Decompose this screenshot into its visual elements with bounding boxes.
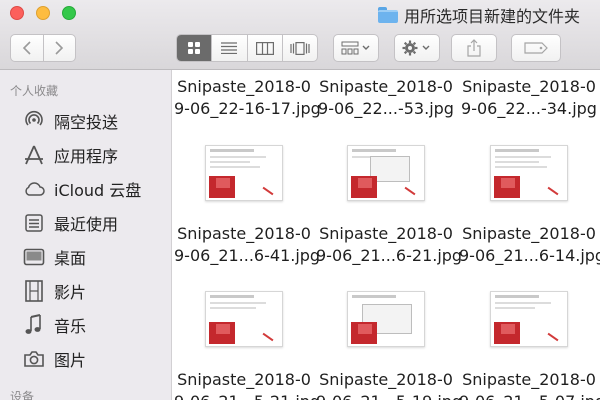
cover-flow-icon	[290, 41, 310, 55]
cloud-icon	[22, 177, 46, 201]
file-item[interactable]: Snipaste_2018-0 9-06_22...-53.jpg	[316, 70, 456, 130]
recents-icon	[22, 211, 46, 235]
file-thumbnail	[490, 291, 568, 347]
columns-icon	[255, 41, 274, 55]
airdrop-icon	[22, 109, 46, 133]
file-thumbnail	[490, 145, 568, 201]
file-item[interactable]: Snipaste_2018-0 9-06_21...5-21.jpg	[174, 288, 320, 400]
file-name-line1: Snipaste_2018-0	[462, 370, 596, 389]
file-name-line1: Snipaste_2018-0	[177, 224, 311, 243]
sidebar-item-label: 桌面	[54, 249, 87, 268]
forward-button[interactable]	[42, 35, 75, 61]
sidebar-item-icloud[interactable]: iCloud 云盘	[0, 173, 172, 205]
file-name-line1: Snipaste_2018-0	[319, 370, 453, 389]
sidebar: 个人收藏 隔空投送 应用程序 iCloud 云盘 最近使用 桌面 影片 音乐 图…	[0, 70, 172, 400]
title-toolbar: 用所选项目新建的文件夹	[0, 0, 600, 70]
zoom-button[interactable]	[62, 6, 76, 20]
back-button[interactable]	[11, 35, 43, 61]
file-thumbnail	[205, 291, 283, 347]
file-name-line2: 9-06_22-16-17.jpg	[174, 99, 321, 118]
file-thumbnail	[205, 145, 283, 201]
sidebar-item-airdrop[interactable]: 隔空投送	[0, 105, 172, 137]
film-icon	[22, 279, 46, 303]
file-name-line2: 9-06_21...5-19.jpg	[316, 391, 462, 400]
file-item[interactable]: Snipaste_2018-0 9-06_21...5-19.jpg	[316, 288, 462, 400]
file-grid: Snipaste_2018-0 9-06_22-16-17.jpg Snipas…	[173, 70, 600, 400]
grid-icon	[188, 42, 201, 54]
list-icon	[221, 42, 238, 54]
minimize-button[interactable]	[36, 6, 50, 20]
file-name-line1: Snipaste_2018-0	[177, 77, 311, 96]
file-name-line1: Snipaste_2018-0	[177, 370, 311, 389]
nav-button-group	[10, 34, 76, 62]
file-item[interactable]: Snipaste_2018-0 9-06_21...5-07.jpg	[459, 288, 600, 400]
sidebar-item-applications[interactable]: 应用程序	[0, 139, 172, 171]
tags-button[interactable]	[511, 34, 561, 62]
icon-view-button[interactable]	[177, 35, 212, 61]
file-name-line2: 9-06_21...5-07.jpg	[459, 391, 600, 400]
sidebar-item-label: 影片	[54, 283, 87, 302]
tag-icon	[524, 42, 548, 54]
sidebar-item-movies[interactable]: 影片	[0, 275, 172, 307]
gear-icon	[402, 40, 430, 56]
file-item[interactable]: Snipaste_2018-0 9-06_21...6-41.jpg	[174, 142, 321, 272]
applications-icon	[22, 143, 46, 167]
arrange-icon	[341, 41, 370, 55]
file-name-line1: Snipaste_2018-0	[319, 224, 453, 243]
sidebar-item-desktop[interactable]: 桌面	[0, 241, 172, 273]
share-icon	[467, 39, 481, 57]
folder-icon	[378, 7, 398, 23]
sidebar-item-recents[interactable]: 最近使用	[0, 207, 172, 239]
chevron-left-icon	[22, 41, 31, 55]
file-name-line1: Snipaste_2018-0	[462, 77, 596, 96]
column-view-button[interactable]	[246, 35, 282, 61]
file-name-line2: 9-06_22...-53.jpg	[318, 99, 454, 118]
music-icon	[22, 313, 46, 337]
view-mode-group	[176, 34, 318, 62]
sidebar-item-label: iCloud 云盘	[54, 181, 142, 200]
sidebar-item-label: 音乐	[54, 317, 87, 336]
file-name-line2: 9-06_21...5-21.jpg	[174, 391, 320, 400]
sidebar-item-label: 应用程序	[54, 147, 119, 166]
file-thumbnail	[347, 145, 425, 201]
window-title-text: 用所选项目新建的文件夹	[404, 7, 581, 26]
sidebar-item-label: 图片	[54, 351, 87, 370]
file-item[interactable]: Snipaste_2018-0 9-06_21...6-21.jpg	[316, 142, 463, 272]
file-name-line1: Snipaste_2018-0	[462, 224, 596, 243]
list-view-button[interactable]	[211, 35, 246, 61]
file-name-line1: Snipaste_2018-0	[319, 77, 453, 96]
file-item[interactable]: Snipaste_2018-0 9-06_21...6-14.jpg	[459, 142, 600, 272]
file-name-line2: 9-06_21...6-21.jpg	[316, 246, 463, 265]
sidebar-section-devices: 设备	[10, 390, 35, 400]
arrange-button[interactable]	[333, 34, 379, 62]
desktop-icon	[22, 245, 46, 269]
sidebar-item-music[interactable]: 音乐	[0, 309, 172, 341]
file-item[interactable]: Snipaste_2018-0 9-06_22-16-17.jpg	[174, 70, 321, 130]
sidebar-item-label: 最近使用	[54, 215, 119, 234]
file-thumbnail	[347, 291, 425, 347]
finder-window: 用所选项目新建的文件夹 个人收藏 隔空投送 应用程序 iCloud 云盘 最近使…	[0, 0, 600, 400]
camera-icon	[22, 347, 46, 371]
file-name-line2: 9-06_22...-34.jpg	[461, 99, 597, 118]
file-name-line2: 9-06_21...6-14.jpg	[459, 246, 600, 265]
close-button[interactable]	[10, 6, 24, 20]
action-button[interactable]	[394, 34, 440, 62]
window-title: 用所选项目新建的文件夹	[378, 4, 580, 26]
file-item[interactable]: Snipaste_2018-0 9-06_22...-34.jpg	[459, 70, 599, 130]
file-name-line2: 9-06_21...6-41.jpg	[174, 246, 321, 265]
share-button[interactable]	[451, 34, 497, 62]
sidebar-section-favorites: 个人收藏	[10, 84, 59, 98]
sidebar-item-pictures[interactable]: 图片	[0, 343, 172, 375]
sidebar-item-label: 隔空投送	[54, 113, 119, 132]
cover-flow-view-button[interactable]	[281, 35, 317, 61]
chevron-right-icon	[55, 41, 64, 55]
